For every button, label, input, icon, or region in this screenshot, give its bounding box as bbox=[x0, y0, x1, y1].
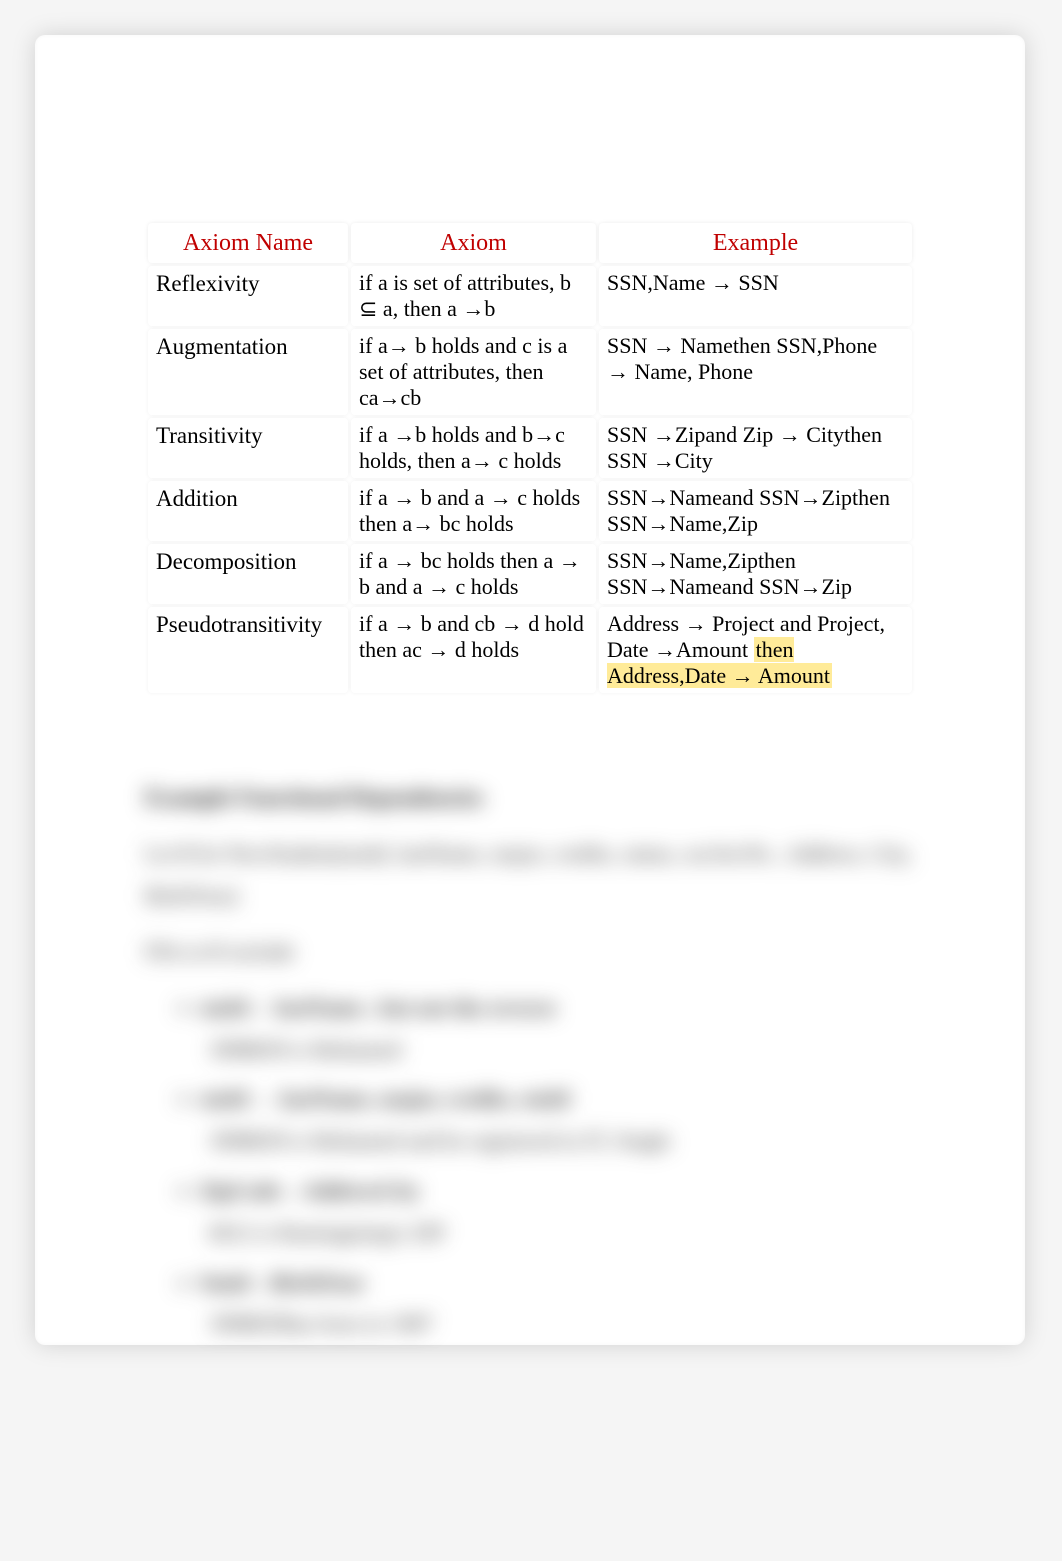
cell-example: SSN →Zipand Zip → Citythen SSN →City bbox=[599, 418, 912, 478]
header-example: Example bbox=[599, 223, 912, 263]
cell-axiom: if a → b and cb → d hold then ac → d hol… bbox=[351, 607, 596, 693]
axioms-table: Axiom Name Axiom Example Reflexivity if … bbox=[145, 220, 915, 696]
fd-sub: 3998839has born in 1987 bbox=[199, 1303, 915, 1345]
list-item: stuId → lastName, major, credits, stuId … bbox=[199, 1078, 915, 1162]
blurred-section: Example Functional Dependencies Let R be… bbox=[145, 776, 915, 1345]
list-item: ZipCode→AddressCity 6012 is Ramingining'… bbox=[199, 1170, 915, 1254]
table-row: Transitivity if a →b holds and b→c holds… bbox=[148, 418, 912, 478]
header-name: Axiom Name bbox=[148, 223, 348, 263]
table-row: Decomposition if a → bc holds then a → b… bbox=[148, 544, 912, 604]
table-row: Addition if a → b and a → c holds then a… bbox=[148, 481, 912, 541]
table-row: Augmentation if a→ b holds and c is a se… bbox=[148, 329, 912, 415]
example-plain: Address → Project and Project, Date →Amo… bbox=[607, 611, 885, 662]
table-row: Pseudotransitivity if a → b and cb → d h… bbox=[148, 607, 912, 693]
cell-axiom: if a→ b holds and c is a set of attribut… bbox=[351, 329, 596, 415]
page: Axiom Name Axiom Example Reflexivity if … bbox=[35, 35, 1025, 1345]
cell-name: Addition bbox=[148, 481, 348, 541]
section-intro: FDs in R include bbox=[145, 931, 915, 973]
cell-axiom: if a →b holds and b→c holds, then a→ c h… bbox=[351, 418, 596, 478]
cell-example: SSN,Name → SSN bbox=[599, 266, 912, 326]
fd-list: stuId→ lastName , but not the reverse 39… bbox=[145, 987, 915, 1345]
section-heading: Example Functional Dependencies bbox=[145, 776, 915, 820]
cell-name: Decomposition bbox=[148, 544, 348, 604]
cell-example: Address → Project and Project, Date →Amo… bbox=[599, 607, 912, 693]
list-item: stuId→ lastName , but not the reverse 39… bbox=[199, 987, 915, 1071]
cell-name: Pseudotransitivity bbox=[148, 607, 348, 693]
fd-sub: 3998839 is Mohamed bbox=[199, 1029, 915, 1071]
table-row: Reflexivity if a is set of attributes, b… bbox=[148, 266, 912, 326]
cell-axiom: if a → bc holds then a → b and a → c hol… bbox=[351, 544, 596, 604]
header-axiom: Axiom bbox=[351, 223, 596, 263]
cell-name: Reflexivity bbox=[148, 266, 348, 326]
fd-main: Stuid→BirthYear bbox=[199, 1270, 365, 1295]
list-item: Stuid→BirthYear 3998839has born in 1987 bbox=[199, 1262, 915, 1346]
fd-main: ZipCode→AddressCity bbox=[199, 1178, 420, 1203]
fd-sub: 3998839 is Mohamed and he registered in … bbox=[199, 1120, 915, 1162]
cell-example: SSN→Nameand SSN→Zipthen SSN→Name,Zip bbox=[599, 481, 912, 541]
cell-axiom: if a is set of attributes, b ⊆ a, then a… bbox=[351, 266, 596, 326]
cell-name: Augmentation bbox=[148, 329, 348, 415]
fd-main: stuId → lastName, major, credits, stuId bbox=[199, 1086, 569, 1111]
cell-example: SSN→Name,Zipthen SSN→Nameand SSN→Zip bbox=[599, 544, 912, 604]
fd-sub: 6012 is Ramingining's ZIP bbox=[199, 1212, 915, 1254]
cell-example: SSN → Namethen SSN,Phone → Name, Phone bbox=[599, 329, 912, 415]
cell-axiom: if a → b and a → c holds then a→ bc hold… bbox=[351, 481, 596, 541]
section-lead: Let R be NewStudent(stuId, lastName, maj… bbox=[145, 833, 915, 917]
table-header-row: Axiom Name Axiom Example bbox=[148, 223, 912, 263]
fd-main: stuId→ lastName , but not the reverse bbox=[199, 995, 556, 1020]
cell-name: Transitivity bbox=[148, 418, 348, 478]
